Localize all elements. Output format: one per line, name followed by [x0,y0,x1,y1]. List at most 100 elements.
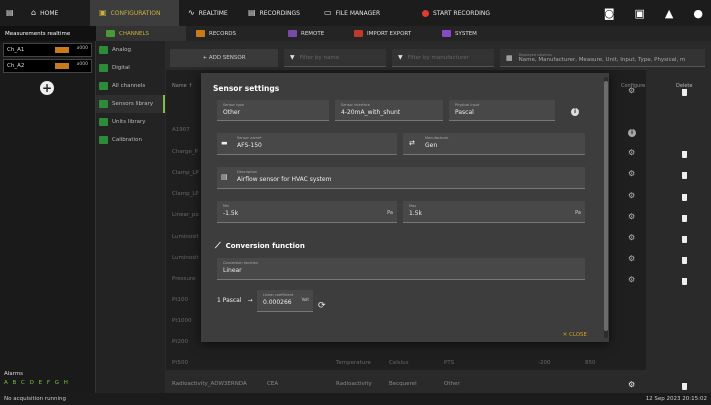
field-value: Linear [223,267,242,274]
delete-trash-icon[interactable] [682,257,687,264]
field-unit: Volt [301,297,309,302]
nav-realtime[interactable]: ∿ REALTIME [179,0,239,26]
category-label: Digital [112,65,130,71]
channels-icon [106,30,115,37]
channel-row[interactable]: Ch_A1 a000 [3,43,92,57]
category-analog[interactable]: Analog [96,41,165,59]
tab-records[interactable]: RECORDS [186,26,278,41]
filter-by-name-input[interactable]: ▼ Filter by name [284,49,386,67]
tab-channels[interactable]: CHANNELS [96,26,186,41]
dialog-scrollbar[interactable] [604,77,608,338]
lock-icon[interactable]: ▲ [665,7,673,20]
info-icon[interactable]: i [571,108,579,116]
manufacturer-icon: ⇄ [409,139,415,147]
category-label: All channels [112,83,146,89]
nav-home-label: HOME [40,9,59,17]
sensor-type-select[interactable]: Sensor type Other [217,100,329,121]
field-label: Physical input [455,103,480,107]
tab-system[interactable]: SYSTEM [432,26,487,41]
field-value: -1.5k [223,210,239,217]
nav-configuration[interactable]: ▣ CONFIGURATION [90,0,179,26]
dialog-title: Sensor settings [213,84,280,93]
nav-recordings[interactable]: ▤ RECORDINGS [239,0,315,26]
scrollbar-thumb[interactable] [604,81,608,331]
camera-icon[interactable]: ◙ [604,7,615,20]
tab-import-export[interactable]: IMPORT EXPORT [344,26,432,41]
analog-icon [99,46,108,54]
menu-button[interactable]: ▤ [0,0,22,26]
monitor-icon[interactable]: ▣ [635,7,645,20]
max-field[interactable]: Max 1.5k Pa [403,201,585,223]
category-panel: Analog Digital All channels Sensors libr… [96,41,165,393]
tag-icon: ▬ [221,139,228,147]
filter-by-manufacturer-placeholder: Filter by manufacturer [407,54,469,61]
delete-trash-icon[interactable] [682,278,687,285]
alarms-indicators: A B C D E F G H [4,380,70,386]
delete-trash-icon[interactable] [682,236,687,243]
category-label: Sensors library [112,101,154,107]
category-label: Units library [112,119,146,125]
conversion-title-label: Conversion function [225,242,305,250]
start-recording-button[interactable]: START RECORDING [422,0,490,26]
swap-icon[interactable]: ⟳ [318,301,326,311]
arrow-icon: → [247,297,253,304]
delete-trash-icon[interactable] [682,215,687,222]
remote-icon [288,30,297,37]
displayed-columns-select[interactable]: ▦ Displayed columns Name, Manufacturer, … [500,49,705,67]
conversion-equation: 1 Pascal → [217,297,253,304]
calibration-icon [99,136,108,144]
nav-recordings-label: RECORDINGS [259,9,300,17]
nav-file-manager[interactable]: ▭ FILE MANAGER [315,0,389,26]
category-digital[interactable]: Digital [96,59,165,77]
columns-icon: ▦ [506,53,513,62]
add-sensor-button[interactable]: + ADD SENSOR [170,49,278,67]
sensor-name-field[interactable]: ▬ Sensor name* AFS-150 [217,133,397,155]
top-navigation-bar: ▤ ⌂ HOME ▣ CONFIGURATION ∿ REALTIME ▤ RECORD… [0,0,711,26]
table-row-name[interactable]: Radioactivity_ADW3ERNDA [172,381,247,387]
nav-home[interactable]: ⌂ HOME [22,0,90,26]
description-icon: ▤ [221,173,228,181]
manufacturer-field[interactable]: ⇄ Manufacturer Gen [403,133,585,155]
tab-remote-label: REMOTE [301,30,325,37]
configure-gear-icon[interactable]: ⚙ [628,380,635,389]
field-label: Sensor type [223,103,244,107]
min-field[interactable]: Min -1.5k Pa [217,201,397,223]
digital-icon [99,64,108,72]
delete-trash-icon[interactable] [682,172,687,179]
linear-coefficient-field[interactable]: Linear coefficient 0.000266 Volt [257,290,313,312]
field-unit: Pa [387,210,393,216]
category-calibration[interactable]: Calibration [96,131,165,149]
category-all-channels[interactable]: All channels [96,77,165,95]
acquisition-status: No acquisition running [4,396,67,402]
sensors-library-icon [99,100,108,108]
user-icon[interactable]: ● [693,7,703,20]
channel-row[interactable]: Ch_A2 a000 [3,59,92,73]
description-field[interactable]: ▤ Description Airflow sensor for HVAC sy… [217,167,585,189]
configuration-icon: ▣ [99,8,107,17]
tab-system-label: SYSTEM [455,30,477,37]
sensor-interface-select[interactable]: Sensor interface 4-20mA_with_shunt [335,100,443,121]
close-button[interactable]: ✕ CLOSE [563,332,587,338]
field-label: Description [237,170,257,174]
status-datetime: 12 Sep 2023 20:15:02 [645,396,707,402]
records-icon [196,30,205,37]
status-bar: No acquisition running 12 Sep 2023 20:15… [0,393,711,405]
tab-channels-label: CHANNELS [119,30,149,37]
top-right-icons: ◙ ▣ ▲ ● [604,0,703,26]
tab-remote[interactable]: REMOTE [278,26,344,41]
delete-trash-icon[interactable] [682,151,687,158]
field-value: 4-20mA_with_shunt [341,109,401,116]
add-channel-button[interactable]: + [40,81,54,95]
delete-trash-icon[interactable] [682,383,687,390]
field-value: 1.5k [409,210,423,217]
category-units-library[interactable]: Units library [96,113,165,131]
import-export-icon [354,30,363,37]
conversion-function-select[interactable]: Conversion function Linear [217,258,585,280]
physical-input-select[interactable]: Physical input Pascal [449,100,555,121]
field-label: Linear coefficient [263,293,294,297]
filter-by-manufacturer-input[interactable]: ▼ Filter by manufacturer [392,49,494,67]
category-sensors-library[interactable]: Sensors library [96,95,165,113]
delete-trash-icon[interactable] [682,194,687,201]
delete-trash-icon[interactable] [682,89,687,96]
table-cell-manufacturer: CEA [267,381,279,387]
